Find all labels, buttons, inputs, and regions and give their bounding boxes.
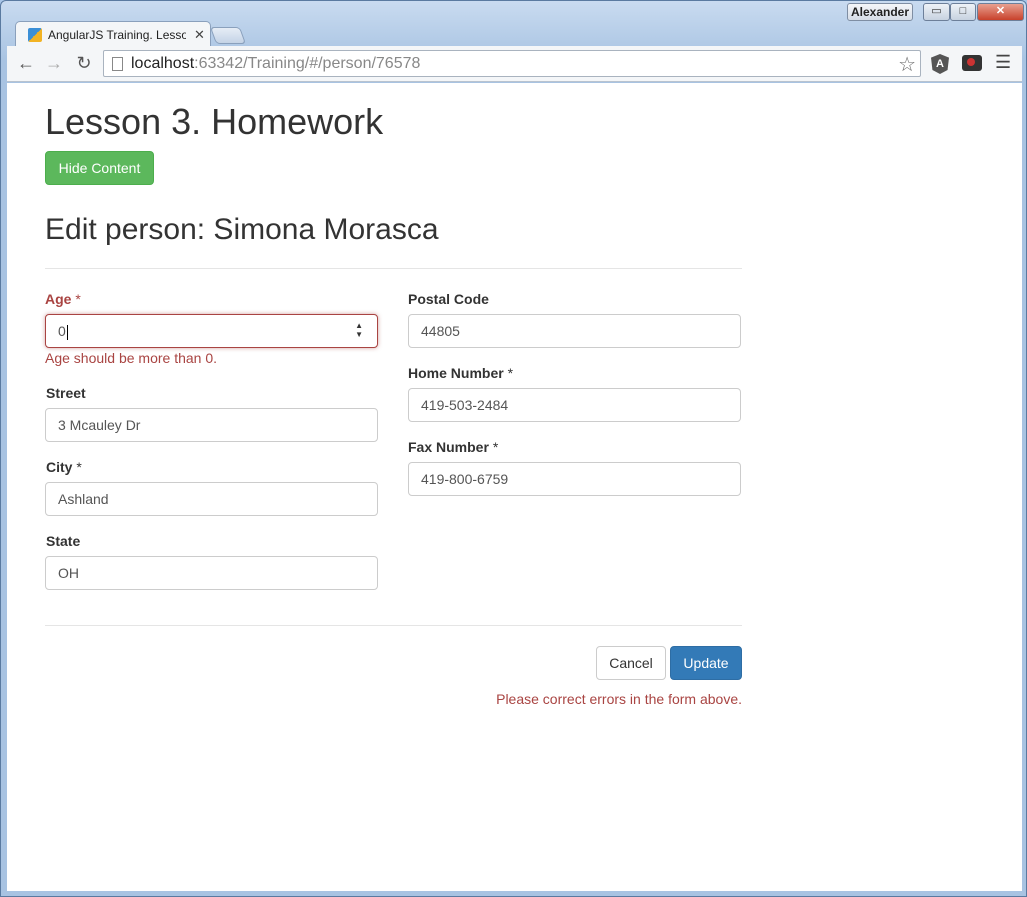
age-error-message: Age should be more than 0. <box>45 350 218 366</box>
forward-arrow-icon[interactable]: → <box>43 52 65 74</box>
browser-tab[interactable]: AngularJS Training. Lesson ✕ <box>15 21 211 47</box>
maximize-button[interactable]: □ <box>950 3 976 21</box>
city-label-text: City <box>46 459 73 475</box>
page-heading: Lesson 3. Homework <box>45 101 384 142</box>
minimize-button[interactable]: ▭ <box>923 3 950 21</box>
city-input[interactable]: Ashland <box>45 482 378 516</box>
fax-number-label-text: Fax Number <box>408 439 489 455</box>
number-spinner-icon[interactable]: ▲ ▼ <box>355 321 363 339</box>
page-viewport: Lesson 3. Homework Hide Content Edit per… <box>7 83 1022 891</box>
required-marker: * <box>75 291 81 307</box>
profile-badge[interactable]: Alexander <box>847 3 913 21</box>
city-label: City * <box>46 459 82 475</box>
page-icon <box>112 56 123 71</box>
reload-icon[interactable]: ↻ <box>73 52 95 74</box>
form-error-message: Please correct errors in the form above. <box>496 691 742 707</box>
required-marker: * <box>492 439 499 455</box>
browser-toolbar: ← → ↻ localhost:63342/Training/#/person/… <box>7 46 1022 82</box>
home-number-label: Home Number * <box>408 365 513 381</box>
divider <box>45 625 742 626</box>
state-label: State <box>46 533 81 549</box>
close-window-button[interactable]: ✕ <box>977 3 1024 21</box>
street-label: Street <box>46 385 86 401</box>
text-caret <box>66 324 68 340</box>
street-input[interactable]: 3 Mcauley Dr <box>45 408 378 442</box>
url-path: :63342/Training/#/person/76578 <box>194 54 421 72</box>
favicon-icon <box>28 27 42 42</box>
url-host: localhost <box>131 54 195 72</box>
menu-icon[interactable]: ☰ <box>995 52 1011 73</box>
address-bar[interactable]: localhost:63342/Training/#/person/76578 … <box>103 50 921 77</box>
postal-code-label: Postal Code <box>408 291 489 307</box>
tab-title: AngularJS Training. Lesson <box>48 27 186 42</box>
home-number-label-text: Home Number <box>408 365 504 381</box>
bookmark-star-icon[interactable]: ☆ <box>898 52 916 77</box>
fax-number-input[interactable]: 419-800-6759 <box>408 462 741 496</box>
postal-code-input[interactable]: 44805 <box>408 314 741 348</box>
browser-window: Alexander ▭ □ ✕ AngularJS Training. Less… <box>0 0 1027 897</box>
edit-person-title: Edit person: Simona Morasca <box>45 213 439 246</box>
age-input[interactable]: 0 ▲ ▼ <box>45 314 378 348</box>
age-label: Age * <box>45 291 81 307</box>
new-tab-button[interactable] <box>209 27 247 44</box>
state-input[interactable]: OH <box>45 556 378 590</box>
hide-content-button[interactable]: Hide Content <box>45 151 154 185</box>
home-number-input[interactable]: 419-503-2484 <box>408 388 741 422</box>
camera-extension-icon[interactable] <box>962 55 982 71</box>
fax-number-label: Fax Number * <box>408 439 498 455</box>
age-value: 0 <box>58 323 66 339</box>
cancel-button[interactable]: Cancel <box>596 646 666 680</box>
required-marker: * <box>507 365 514 381</box>
angular-extension-icon[interactable]: A <box>931 54 949 74</box>
divider <box>45 268 742 269</box>
tab-close-icon[interactable]: ✕ <box>194 27 205 43</box>
update-button[interactable]: Update <box>670 646 742 680</box>
back-arrow-icon[interactable]: ← <box>15 52 37 74</box>
age-label-text: Age <box>45 291 72 307</box>
required-marker: * <box>76 459 82 475</box>
